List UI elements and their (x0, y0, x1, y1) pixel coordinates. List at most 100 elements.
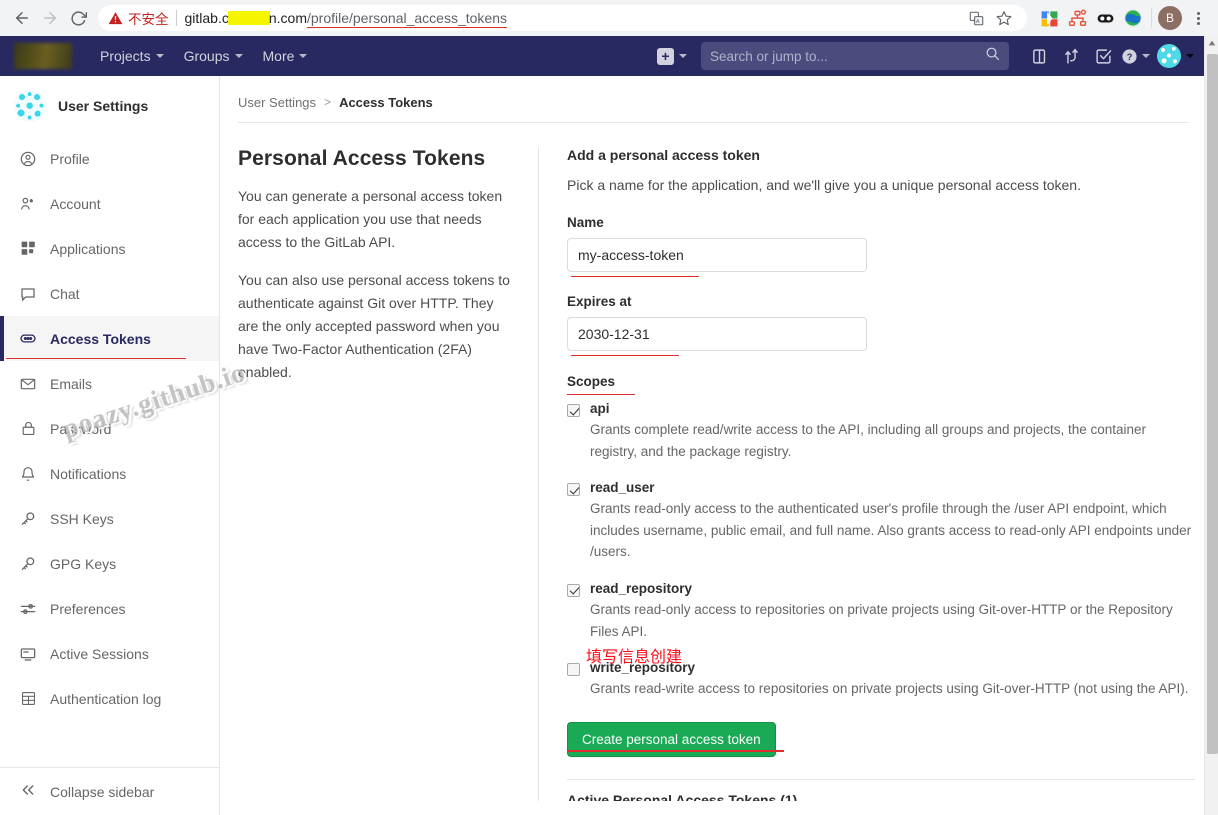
scope-description: Grants complete read/write access to the… (590, 422, 1147, 459)
sidebar-item-gpg-keys[interactable]: GPG Keys (0, 541, 219, 586)
form-title: Add a personal access token (567, 147, 760, 163)
section-divider (567, 778, 1195, 780)
key-icon (20, 511, 36, 527)
sidebar-item-label: Password (50, 420, 112, 437)
scrollbar-thumb[interactable] (1207, 54, 1218, 754)
browser-reload-button[interactable] (64, 4, 92, 32)
sitemap-extension-icon[interactable] (1065, 6, 1089, 30)
url-text: gitlab.c n.com/profile/personal_access_to… (185, 10, 507, 28)
globe-extension-icon[interactable] (1121, 6, 1145, 30)
search-input[interactable] (710, 48, 985, 64)
gitlab-logo-redacted[interactable] (14, 43, 72, 69)
sidebar-item-label: Active Sessions (50, 645, 149, 662)
scope-row-read-repository: read_repository Grants read-only access … (567, 581, 1195, 642)
name-field-wrap (567, 238, 867, 277)
browser-back-button[interactable] (8, 4, 36, 32)
token-name-input[interactable] (567, 238, 867, 272)
monitor-icon (20, 646, 36, 662)
scope-description: Grants read-only access to repositories … (590, 601, 1173, 639)
sidebar-item-label: Authentication log (50, 690, 162, 707)
sidebar-item-label: Applications (50, 240, 126, 257)
bell-icon (20, 466, 36, 482)
sidebar-item-password[interactable]: Password (0, 406, 219, 451)
nav-item-more[interactable]: More (253, 36, 318, 76)
sidebar-item-access-tokens[interactable]: Access Tokens (0, 316, 219, 361)
svg-text:A: A (975, 18, 979, 24)
scope-checkbox-read-user[interactable] (567, 483, 580, 497)
page-body: User Settings Profile Account Applicatio… (0, 76, 1204, 815)
collapse-sidebar-button[interactable]: Collapse sidebar (0, 767, 219, 815)
browser-chrome: 不安全 gitlab.c n.com/profile/personal_acces… (0, 0, 1218, 36)
sidebar-item-profile[interactable]: Profile (0, 136, 219, 181)
chevron-down-icon (299, 54, 308, 58)
nav-item-label: Projects (100, 48, 151, 64)
nav-item-groups[interactable]: Groups (174, 36, 253, 76)
new-item-button[interactable]: + (657, 47, 687, 65)
issues-icon[interactable] (1023, 36, 1055, 76)
nav-item-label: More (262, 48, 295, 64)
main-content: User Settings > Access Tokens Personal A… (220, 76, 1204, 815)
settings-sidebar: User Settings Profile Account Applicatio… (0, 76, 220, 815)
sidebar-item-preferences[interactable]: Preferences (0, 586, 219, 631)
column-divider (538, 147, 539, 801)
two-column-layout: Personal Access Tokens You can generate … (238, 123, 1195, 801)
translate-icon[interactable]: A (963, 5, 989, 31)
envelope-icon (20, 376, 36, 392)
page-title: Personal Access Tokens (238, 147, 486, 170)
gitlab-navbar: Projects Groups More + ? (0, 36, 1204, 76)
sidebar-item-label: Access Tokens (50, 330, 151, 347)
applications-grid-icon (20, 241, 36, 257)
global-search-box[interactable] (701, 42, 1009, 70)
scope-row-read-user: read_user Grants read-only access to the… (567, 480, 1195, 563)
sidebar-item-active-sessions[interactable]: Active Sessions (0, 631, 219, 676)
browser-forward-button[interactable] (36, 4, 64, 32)
address-bar[interactable]: 不安全 gitlab.c n.com/profile/personal_acces… (98, 5, 1027, 31)
sidebar-item-label: Account (50, 195, 101, 212)
sidebar-item-label: Emails (50, 375, 93, 392)
token-expires-input[interactable] (567, 317, 867, 351)
scopes-label: Scopes (567, 374, 635, 395)
url-redaction-block (227, 11, 270, 25)
sidebar-item-authentication-log[interactable]: Authentication log (0, 676, 219, 721)
scope-checkbox-read-repository[interactable] (567, 583, 580, 597)
page-scrollbar[interactable] (1204, 36, 1218, 815)
dark-reader-extension-icon[interactable] (1093, 6, 1117, 30)
help-icon[interactable]: ? (1119, 36, 1151, 76)
user-avatar-icon (14, 90, 46, 122)
chrome-profile-avatar[interactable]: B (1158, 6, 1182, 30)
scroll-up-arrow-icon[interactable] (1205, 36, 1218, 50)
sidebar-item-emails[interactable]: Emails (0, 361, 219, 406)
scope-checkbox-write-repository[interactable] (567, 663, 580, 677)
sidebar-header[interactable]: User Settings (0, 76, 219, 136)
scope-row-api: api Grants complete read/write access to… (567, 401, 1195, 462)
color-wheel-extension-icon[interactable] (1037, 6, 1061, 30)
scope-checkbox-api[interactable] (567, 404, 580, 417)
sidebar-title: User Settings (58, 98, 149, 114)
breadcrumb-root[interactable]: User Settings (238, 95, 316, 110)
todos-icon[interactable] (1087, 36, 1119, 76)
breadcrumb-separator: > (324, 95, 332, 109)
sidebar-item-notifications[interactable]: Notifications (0, 451, 219, 496)
chevron-down-icon (1141, 54, 1150, 58)
scope-name: read_repository (590, 580, 693, 596)
url-path: /profile/personal_access_tokens (306, 10, 507, 28)
sidebar-item-chat[interactable]: Chat (0, 271, 219, 316)
three-dots-menu-icon[interactable] (1186, 11, 1210, 25)
sidebar-item-account[interactable]: Account (0, 181, 219, 226)
expires-field-wrap (567, 317, 867, 356)
nav-item-projects[interactable]: Projects (90, 36, 174, 76)
merge-requests-icon[interactable] (1055, 36, 1087, 76)
sidebar-item-label: Preferences (50, 600, 126, 617)
scopes-label-text: Scopes (567, 374, 616, 389)
token-form-column: Add a personal access token Pick a name … (567, 147, 1201, 801)
sidebar-item-label: Notifications (50, 465, 127, 482)
active-tokens-heading: Active Personal Access Tokens (1) (567, 791, 798, 801)
log-table-icon (20, 691, 36, 707)
form-description: Pick a name for the application, and we'… (567, 177, 1081, 193)
user-menu[interactable] (1157, 44, 1194, 68)
sidebar-item-applications[interactable]: Applications (0, 226, 219, 271)
scope-description: Grants read-write access to repositories… (590, 681, 1189, 697)
star-icon[interactable] (991, 5, 1017, 31)
sidebar-item-ssh-keys[interactable]: SSH Keys (0, 496, 219, 541)
